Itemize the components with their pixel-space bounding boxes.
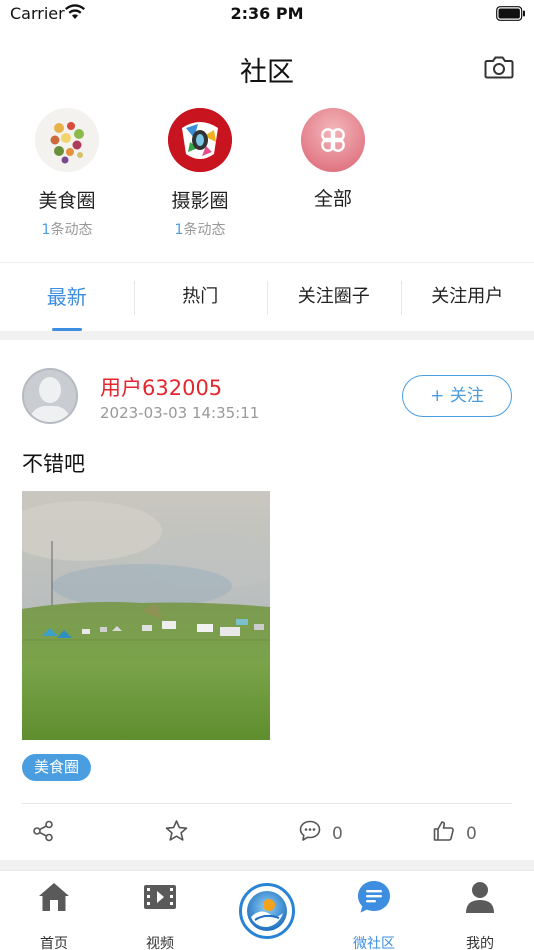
circle-count: 1条动态: [41, 222, 93, 238]
tab-followed-circles[interactable]: 关注圈子: [267, 263, 401, 331]
post-card: 用户632005 2023-03-03 14:35:11 + 关注 不错吧 美食…: [0, 340, 534, 860]
tabbar-community[interactable]: 微社区: [334, 879, 414, 950]
camera-icon[interactable]: [484, 54, 514, 80]
battery-icon: [496, 6, 525, 21]
thumbs-up-icon: [433, 821, 454, 841]
follow-button[interactable]: + 关注: [402, 375, 512, 417]
post-timestamp: 2023-03-03 14:35:11: [100, 404, 260, 422]
landscape-photo: [22, 491, 270, 740]
comment-button[interactable]: 0: [298, 816, 343, 846]
circle-count: 1条动态: [174, 222, 226, 238]
favorite-button[interactable]: [164, 816, 189, 846]
tabbar-label: 首页: [40, 936, 68, 950]
circle-name: 摄影圈: [171, 190, 229, 212]
tab-latest[interactable]: 最新: [0, 263, 134, 331]
circles-row: 美食圈 1条动态 摄影圈 1条动态 全部: [0, 108, 534, 258]
profile-icon: [466, 882, 494, 913]
community-icon: [358, 881, 390, 913]
star-icon: [165, 820, 188, 841]
tabbar-video[interactable]: 视频: [120, 879, 200, 950]
circle-all[interactable]: 全部: [268, 108, 398, 211]
center-logo-icon: [247, 891, 287, 931]
center-logo-button[interactable]: [239, 883, 295, 939]
post-image[interactable]: [22, 491, 270, 740]
like-count: 0: [466, 824, 477, 844]
clover-icon: [301, 108, 365, 172]
feed-tabs: 最新 热门 关注圈子 关注用户: [0, 263, 534, 331]
section-separator: [0, 331, 534, 340]
tabbar-label: 视频: [146, 936, 174, 950]
post-actions: 0 0: [0, 810, 534, 854]
like-button[interactable]: 0: [432, 816, 477, 846]
comment-icon: [299, 820, 321, 841]
camera-logo-icon: [168, 108, 232, 172]
comment-count: 0: [332, 824, 343, 844]
circle-food[interactable]: 美食圈 1条动态: [2, 108, 132, 239]
tabbar-label: 我的: [466, 936, 494, 950]
user-name[interactable]: 用户632005: [100, 372, 222, 402]
food-collage-icon: [35, 108, 99, 172]
share-button[interactable]: [32, 816, 54, 846]
divider: [22, 803, 512, 804]
header: 社区: [0, 40, 534, 96]
tabbar-label: 微社区: [353, 936, 395, 950]
all-circle-avatar: [301, 108, 365, 172]
circle-name: 美食圈: [38, 190, 96, 212]
page-title: 社区: [240, 57, 294, 88]
section-separator: [0, 860, 534, 870]
circle-name: 全部: [313, 188, 352, 210]
tabbar-home[interactable]: 首页: [14, 879, 94, 950]
video-icon: [144, 885, 176, 909]
default-avatar-icon: [22, 368, 78, 424]
post-text: 不错吧: [22, 452, 85, 476]
avatar[interactable]: [22, 368, 78, 424]
status-bar: Carrier 2:36 PM: [0, 0, 534, 30]
clock: 2:36 PM: [230, 4, 304, 23]
tabbar-profile[interactable]: 我的: [440, 879, 520, 950]
circle-tag[interactable]: 美食圈: [22, 754, 92, 781]
home-icon: [39, 883, 69, 911]
tab-followed-users[interactable]: 关注用户: [400, 263, 534, 331]
share-icon: [33, 820, 53, 842]
bottom-tab-bar: 首页 视频 微社区 我的: [0, 870, 534, 950]
photography-circle-avatar: [168, 108, 232, 172]
tab-hot[interactable]: 热门: [133, 263, 268, 331]
food-circle-avatar: [35, 108, 99, 172]
circle-photography[interactable]: 摄影圈 1条动态: [135, 108, 265, 239]
